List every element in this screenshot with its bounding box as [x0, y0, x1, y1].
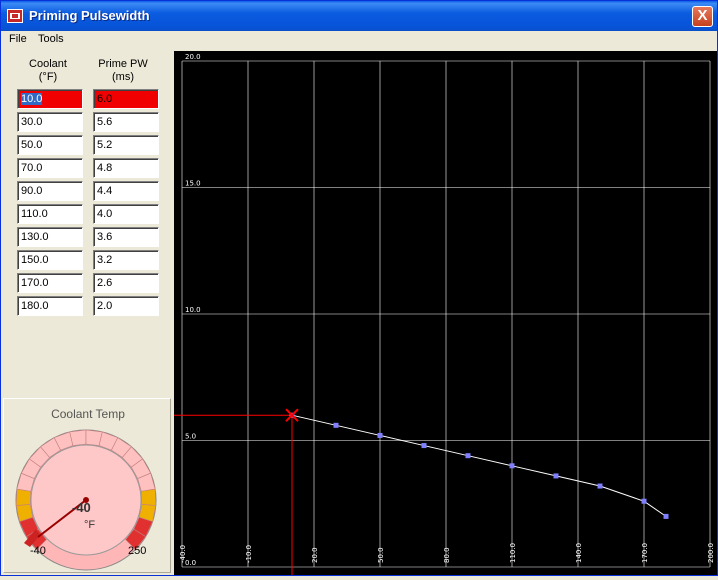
pulsewidth-chart[interactable]: -40.0 -10.0 20.0 50.0 80.0 110.0 140.0 170.0 200… — [174, 51, 717, 575]
coolant-cell[interactable]: 130.0 — [17, 227, 83, 247]
coolant-cell-value: 90.0 — [21, 185, 43, 197]
close-button[interactable]: X — [692, 6, 713, 27]
coolant-cell-value: 70.0 — [21, 162, 43, 174]
prime-pw-cell[interactable]: 3.6 — [93, 227, 159, 247]
series-line — [291, 414, 667, 517]
x-tick-label: 20.0 — [311, 547, 319, 563]
prime-pw-cell[interactable]: 4.0 — [93, 204, 159, 224]
data-point — [597, 483, 603, 489]
prime-pw-cell-value: 3.2 — [97, 254, 113, 266]
prime-pw-cell-value: 6.0 — [97, 93, 113, 105]
x-tick-label: 200.0 — [707, 543, 715, 563]
coolant-cell-value: 130.0 — [21, 231, 49, 243]
gauge-min-label: -40 — [30, 545, 46, 557]
coolant-header-label: Coolant — [29, 58, 67, 70]
y-tick-label: 10.0 — [185, 306, 201, 314]
x-tick-label: 140.0 — [575, 543, 583, 563]
prime-pw-cell[interactable]: 2.6 — [93, 273, 159, 293]
y-tick-label: 20.0 — [185, 53, 201, 61]
priming-pulsewidth-window: Priming Pulsewidth X File Tools Coolant … — [0, 0, 718, 576]
prime-pw-cell-value: 5.6 — [97, 116, 113, 128]
prime-pw-cell-value: 4.0 — [97, 208, 113, 220]
prime-header: Prime PW (ms) — [90, 58, 156, 84]
data-point — [553, 473, 559, 479]
coolant-cell[interactable]: 90.0 — [17, 181, 83, 201]
coolant-cell[interactable]: 110.0 — [17, 204, 83, 224]
prime-pw-cell-value: 2.6 — [97, 277, 113, 289]
coolant-cell[interactable]: 170.0 — [17, 273, 83, 293]
x-tick-label: 80.0 — [443, 547, 451, 563]
prime-header-unit: (ms) — [112, 71, 134, 83]
coolant-cell[interactable]: 10.0 — [17, 89, 83, 109]
coolant-header: Coolant (°F) — [15, 58, 81, 84]
coolant-cell[interactable]: 50.0 — [17, 135, 83, 155]
menu-bar: File Tools — [1, 31, 717, 49]
data-point — [333, 422, 339, 428]
title-bar[interactable]: Priming Pulsewidth X — [1, 1, 717, 31]
gauge-max-label: 250 — [128, 545, 147, 557]
chart-area[interactable]: -40.0 -10.0 20.0 50.0 80.0 110.0 140.0 170.0 200… — [174, 51, 717, 575]
prime-pw-cell[interactable]: 4.4 — [93, 181, 159, 201]
prime-pw-cell[interactable]: 3.2 — [93, 250, 159, 270]
app-icon — [7, 9, 23, 23]
data-point — [421, 443, 427, 449]
prime-pw-cell[interactable]: 2.0 — [93, 296, 159, 316]
prime-pw-cell-value: 5.2 — [97, 139, 113, 151]
y-tick-label: 15.0 — [185, 180, 201, 188]
coolant-gauge-panel: Coolant Temp -40 °F -40 250 — [3, 398, 171, 573]
prime-pw-cell-value: 4.4 — [97, 185, 113, 197]
coolant-cell-value: 50.0 — [21, 139, 43, 151]
prime-header-label: Prime PW — [98, 58, 148, 70]
y-tick-label: 0.0 — [185, 559, 196, 567]
x-tick-label: 110.0 — [509, 543, 517, 563]
gauge-unit: °F — [84, 519, 96, 531]
data-point — [641, 498, 647, 504]
prime-pw-cell-value: 3.6 — [97, 231, 113, 243]
prime-pw-cell[interactable]: 6.0 — [93, 89, 159, 109]
prime-pw-cell[interactable]: 5.2 — [93, 135, 159, 155]
window-title: Priming Pulsewidth — [29, 8, 150, 23]
gauge-scale-segment — [141, 488, 157, 506]
prime-pw-cell[interactable]: 5.6 — [93, 112, 159, 132]
coolant-cell-value: 10.0 — [21, 93, 43, 105]
data-point — [509, 463, 515, 469]
coolant-cell[interactable]: 70.0 — [17, 158, 83, 178]
data-point — [377, 432, 383, 438]
menu-file[interactable]: File — [9, 33, 27, 45]
prime-pw-cell-value: 2.0 — [97, 300, 113, 312]
coolant-header-unit: (°F) — [38, 71, 58, 83]
coolant-cell-value: 180.0 — [21, 300, 49, 312]
coolant-cell-value: 30.0 — [21, 116, 43, 128]
data-point — [465, 453, 471, 459]
coolant-cell[interactable]: 30.0 — [17, 112, 83, 132]
coolant-cell[interactable]: 180.0 — [17, 296, 83, 316]
gauge-scale-segment — [15, 488, 31, 506]
gauge-value: -40 — [72, 500, 91, 515]
x-tick-label: 170.0 — [641, 543, 649, 563]
prime-pw-cell[interactable]: 4.8 — [93, 158, 159, 178]
menu-tools[interactable]: Tools — [38, 33, 64, 45]
gauge-scale-segment — [69, 429, 87, 446]
x-tick-label: -10.0 — [245, 545, 253, 563]
coolant-cell-value: 110.0 — [21, 208, 48, 220]
x-tick-label: 50.0 — [377, 547, 385, 563]
coolant-cell-value: 170.0 — [21, 277, 49, 289]
y-tick-label: 5.0 — [185, 433, 196, 441]
prime-pw-cell-value: 4.8 — [97, 162, 113, 174]
data-point — [663, 513, 669, 519]
coolant-cell-value: 150.0 — [21, 254, 49, 266]
coolant-cell[interactable]: 150.0 — [17, 250, 83, 270]
